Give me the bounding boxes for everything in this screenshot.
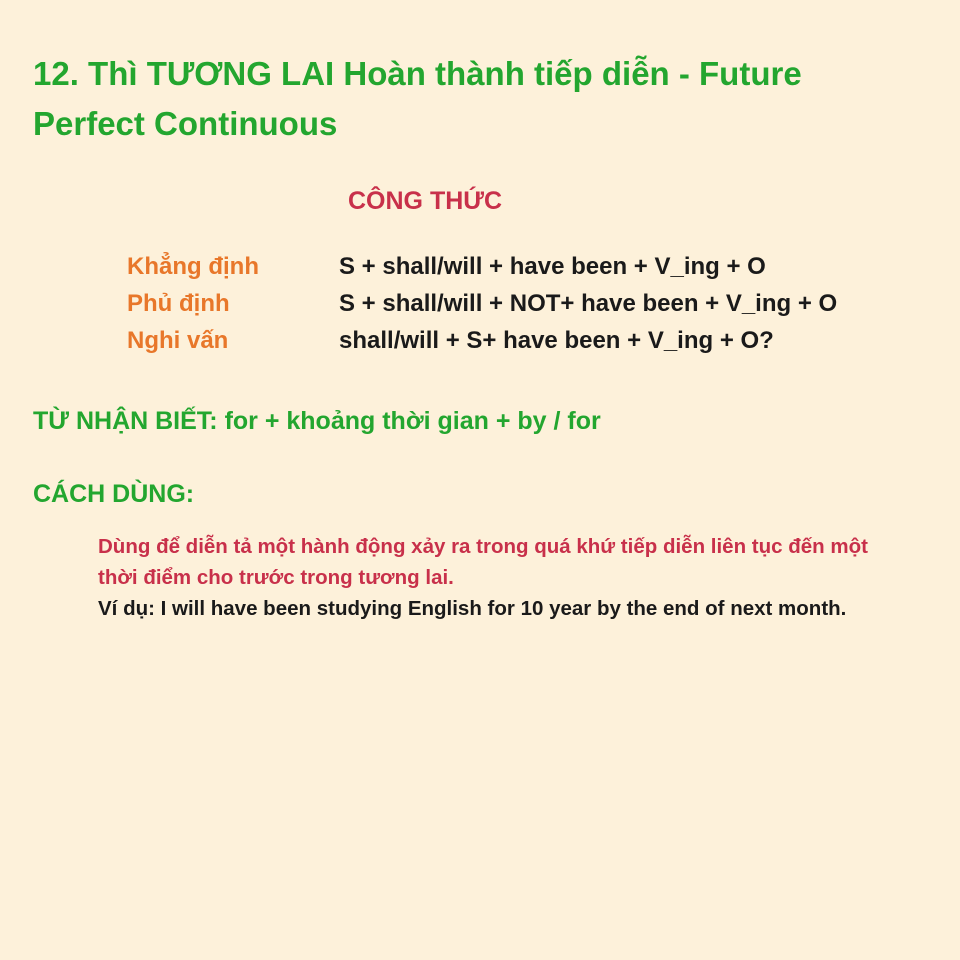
signal-words: TỪ NHẬN BIẾT: for + khoảng thời gian + b… — [33, 407, 601, 435]
formula-row-affirmative: Khẳng định S + shall/will + have been + … — [127, 248, 837, 285]
formula-row-negative: Phủ định S + shall/will + NOT+ have been… — [127, 285, 837, 322]
page-title: 12. Thì TƯƠNG LAI Hoàn thành tiếp diễn -… — [33, 55, 802, 142]
usage-description: Dùng để diễn tả một hành động xảy ra tro… — [98, 535, 868, 589]
formula-heading: CÔNG THỨC — [348, 187, 503, 215]
formula-expression: shall/will + S+ have been + V_ing + O? — [339, 326, 774, 354]
formula-expression: S + shall/will + have been + V_ing + O — [339, 252, 766, 280]
usage-block: Dùng để diễn tả một hành động xảy ra tro… — [98, 531, 888, 624]
formula-row-interrogative: Nghi vấn shall/will + S+ have been + V_i… — [127, 322, 837, 359]
formula-table: Khẳng định S + shall/will + have been + … — [127, 248, 837, 359]
usage-heading: CÁCH DÙNG: — [33, 480, 195, 508]
formula-label: Nghi vấn — [127, 326, 229, 354]
usage-example: Ví dụ: I will have been studying English… — [98, 597, 847, 620]
formula-label: Phủ định — [127, 289, 230, 317]
formula-label: Khẳng định — [127, 252, 259, 280]
formula-expression: S + shall/will + NOT+ have been + V_ing … — [339, 289, 838, 317]
